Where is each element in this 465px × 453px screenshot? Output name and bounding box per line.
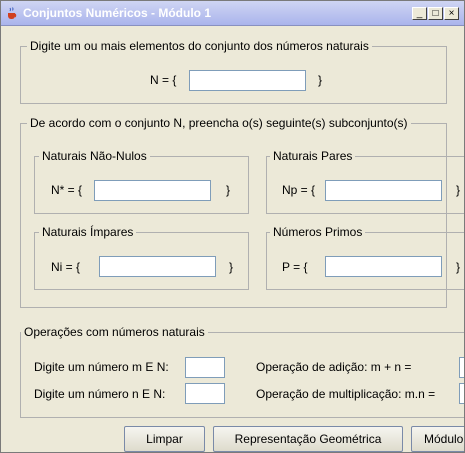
main-window: Conjuntos Numéricos - Módulo 1 _ □ × Dig… bbox=[0, 0, 465, 453]
minimize-button[interactable]: _ bbox=[412, 7, 427, 20]
n-set-suffix: } bbox=[318, 73, 323, 87]
nao-nulos-suffix: } bbox=[226, 183, 231, 197]
java-coffee-icon bbox=[8, 7, 17, 19]
operations-legend: Operações com números naturais bbox=[21, 325, 208, 339]
natural-numbers-legend: Digite um ou mais elementos do conjunto … bbox=[27, 39, 372, 53]
representacao-geometrica-button[interactable]: Representação Geométrica bbox=[213, 426, 403, 452]
impares-title: Naturais Ímpares bbox=[39, 225, 137, 239]
n-input[interactable] bbox=[185, 383, 225, 404]
m-label: Digite um número m E N: bbox=[34, 360, 169, 374]
pares-suffix: } bbox=[456, 183, 461, 197]
multiplication-label: Operação de multiplicação: m.n = bbox=[256, 387, 436, 401]
title-bar[interactable]: Conjuntos Numéricos - Módulo 1 _ □ × bbox=[1, 1, 464, 26]
modulo-button[interactable]: Módulo bbox=[411, 426, 464, 452]
close-button[interactable]: × bbox=[444, 7, 459, 20]
nao-nulos-input[interactable] bbox=[94, 180, 211, 201]
addition-result-field bbox=[459, 357, 464, 378]
impares-suffix: } bbox=[229, 260, 234, 274]
operations-group: Operações com números naturais bbox=[20, 325, 464, 418]
impares-prefix: Ni = { bbox=[51, 260, 81, 274]
maximize-button[interactable]: □ bbox=[428, 7, 443, 20]
pares-prefix: Np = { bbox=[282, 183, 316, 197]
primos-suffix: } bbox=[456, 260, 461, 274]
multiplication-result-field bbox=[459, 383, 464, 404]
window-title: Conjuntos Numéricos - Módulo 1 bbox=[23, 6, 211, 20]
impares-input[interactable] bbox=[99, 256, 216, 277]
pares-input[interactable] bbox=[325, 180, 442, 201]
m-input[interactable] bbox=[185, 357, 225, 378]
n-set-prefix: N = { bbox=[150, 73, 177, 87]
pares-title: Naturais Pares bbox=[270, 149, 356, 163]
primos-title: Números Primos bbox=[270, 225, 366, 239]
nao-nulos-prefix: N* = { bbox=[51, 183, 83, 197]
subsets-legend: De acordo com o conjunto N, preencha o(s… bbox=[27, 116, 411, 130]
n-label: Digite um número n E N: bbox=[34, 387, 166, 401]
limpar-button[interactable]: Limpar bbox=[124, 426, 205, 452]
primos-prefix: P = { bbox=[282, 260, 308, 274]
nao-nulos-title: Naturais Não-Nulos bbox=[39, 149, 150, 163]
primos-input[interactable] bbox=[325, 256, 442, 277]
addition-label: Operação de adição: m + n = bbox=[256, 360, 412, 374]
n-set-input[interactable] bbox=[189, 70, 306, 91]
